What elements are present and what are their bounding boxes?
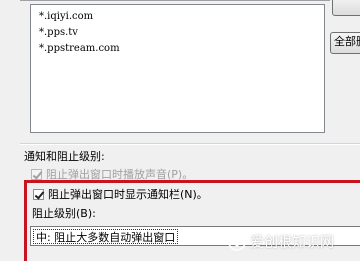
allowed-sites-list[interactable]: *.iqiyi.com *.pps.tv *.ppstream.com [30,4,325,133]
list-item[interactable]: *.iqiyi.com [39,11,93,23]
exceptions-groupbox-edge [20,0,330,3]
list-item[interactable]: *.ppstream.com [39,43,120,55]
watermark: 爱创根知识网 [228,232,334,252]
section-divider [20,143,360,145]
notify-section-title: 通知和阻止级别: [24,150,105,163]
remove-all-button[interactable]: 全部删 [330,32,360,54]
play-sound-checkbox [31,168,42,180]
list-item[interactable]: *.pps.tv [39,27,78,39]
remove-button[interactable] [332,0,360,16]
popup-blocker-settings-dialog: *.iqiyi.com *.pps.tv *.ppstream.com 全部删 … [0,0,360,261]
watermark-text: 爱创根知识网 [250,235,334,251]
watermark-logo-icon [228,233,246,251]
